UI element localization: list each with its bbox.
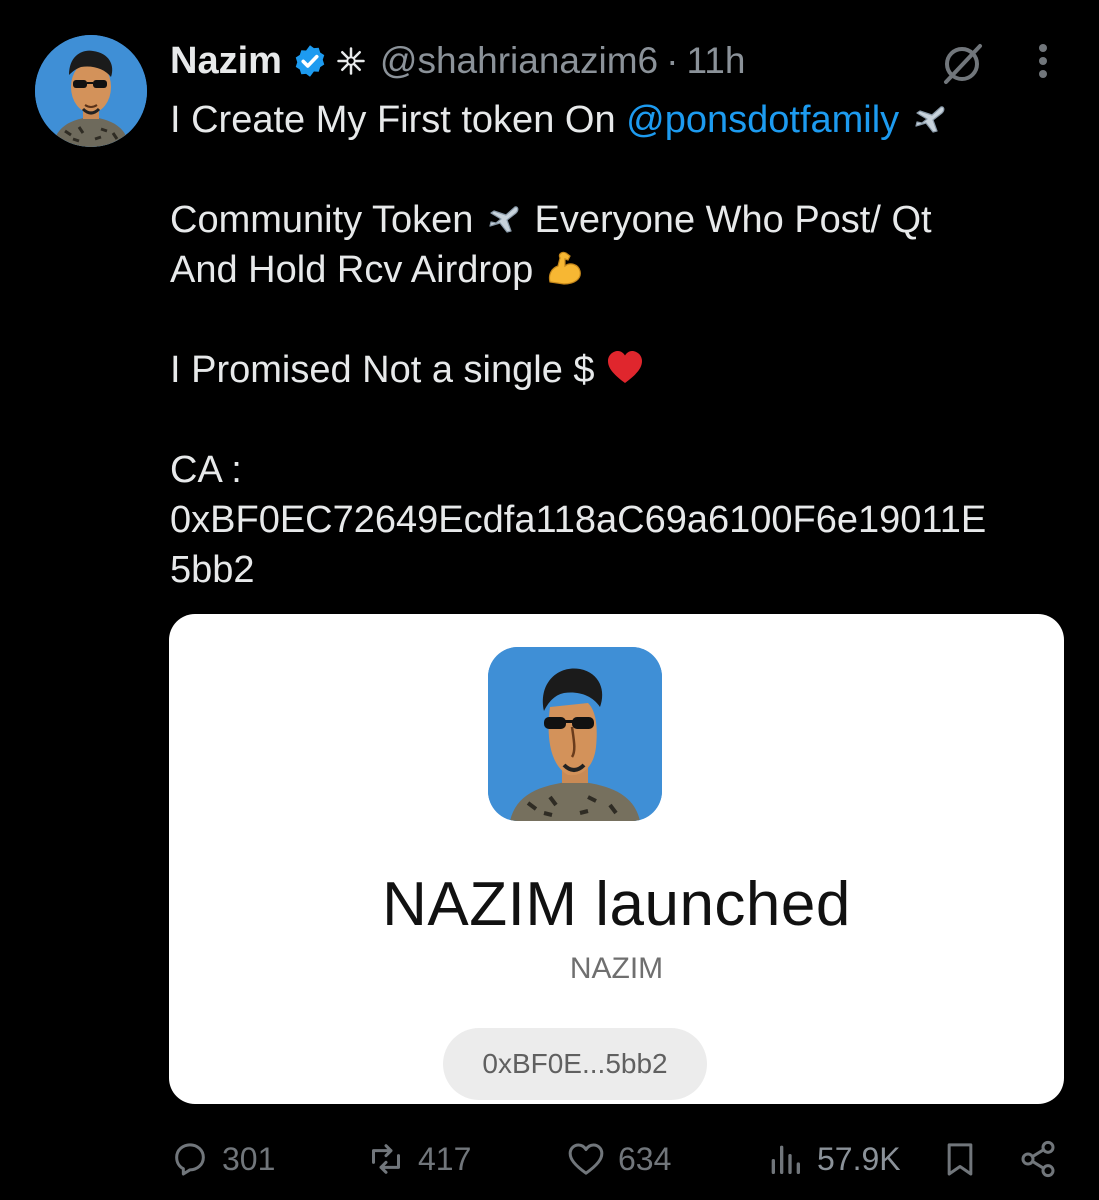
views-chart-icon (771, 1145, 800, 1174)
like-button[interactable]: 634 (566, 1135, 671, 1183)
post-time[interactable]: 11h (686, 40, 745, 82)
grok-icon[interactable] (938, 42, 986, 86)
sparkle-affiliate-icon[interactable] (336, 46, 366, 76)
airplane-emoji (915, 106, 945, 133)
reply-icon (175, 1143, 205, 1176)
mention-link[interactable]: @ponsdotfamily (626, 99, 899, 141)
share-icon (1021, 1140, 1055, 1178)
share-button[interactable] (1018, 1135, 1070, 1183)
token-logo-illustration (488, 647, 662, 821)
ca-label: CA : (170, 449, 242, 491)
tweet-text-segment: And Hold Rcv Airdrop (170, 249, 544, 291)
author-name[interactable]: Nazim (170, 40, 282, 83)
token-logo (488, 647, 662, 821)
like-count: 634 (618, 1140, 672, 1177)
repost-count: 417 (418, 1140, 472, 1177)
avatar-illustration (35, 35, 147, 147)
red-heart-emoji (608, 351, 643, 383)
tweet-text-segment: Community Token (170, 199, 484, 241)
bookmark-button[interactable] (940, 1135, 992, 1183)
tweet-line-3: And Hold Rcv Airdrop (170, 245, 1075, 295)
author-avatar[interactable] (35, 35, 147, 147)
heart-icon (568, 1143, 604, 1175)
card-title: NAZIM launched (382, 870, 851, 939)
repost-icon (372, 1144, 400, 1174)
tweet-line-1: I Create My First token On @ponsdotfamil… (170, 95, 1075, 145)
flexed-biceps-emoji (548, 251, 581, 285)
token-card[interactable]: NAZIM launched NAZIM 0xBF0E...5bb2 (169, 614, 1064, 1104)
tweet-text-segment: Everyone Who Post/ Qt (523, 199, 932, 241)
airplane-emoji (489, 206, 519, 233)
author-handle[interactable]: @shahrianazim6 (380, 40, 658, 82)
reply-button[interactable]: 301 (170, 1135, 275, 1183)
tweet-line-2: Community Token Everyone Who Post/ Qt (170, 195, 1075, 245)
repost-button[interactable]: 417 (366, 1135, 471, 1183)
tweet-text-segment: I Create My First token On (170, 99, 627, 141)
action-bar: 301 417 634 57.9K (0, 1135, 1099, 1183)
contract-address-pill[interactable]: 0xBF0E...5bb2 (443, 1028, 707, 1100)
reply-count: 301 (222, 1140, 276, 1177)
tweet-text-segment: I Promised Not a single $ (170, 349, 606, 391)
bookmark-icon (947, 1143, 973, 1176)
tweet-header: Nazim @shahrianazim6 · 11h (170, 38, 745, 84)
tweet-line-4: I Promised Not a single $ (170, 345, 1075, 395)
ca-address-line-2: 5bb2 (170, 549, 255, 591)
separator-dot: · (666, 40, 679, 81)
ca-address-line-1: 0xBF0EC72649Ecdfa118aC69a6100F6e19011E (170, 499, 987, 541)
tweet-body: I Create My First token On @ponsdotfamil… (170, 95, 1075, 595)
more-dots-icon[interactable] (1028, 40, 1058, 82)
views-button[interactable]: 57.9K (765, 1135, 901, 1183)
views-count: 57.9K (817, 1140, 901, 1177)
token-symbol: NAZIM (569, 952, 664, 985)
verified-badge-icon[interactable] (292, 43, 328, 79)
